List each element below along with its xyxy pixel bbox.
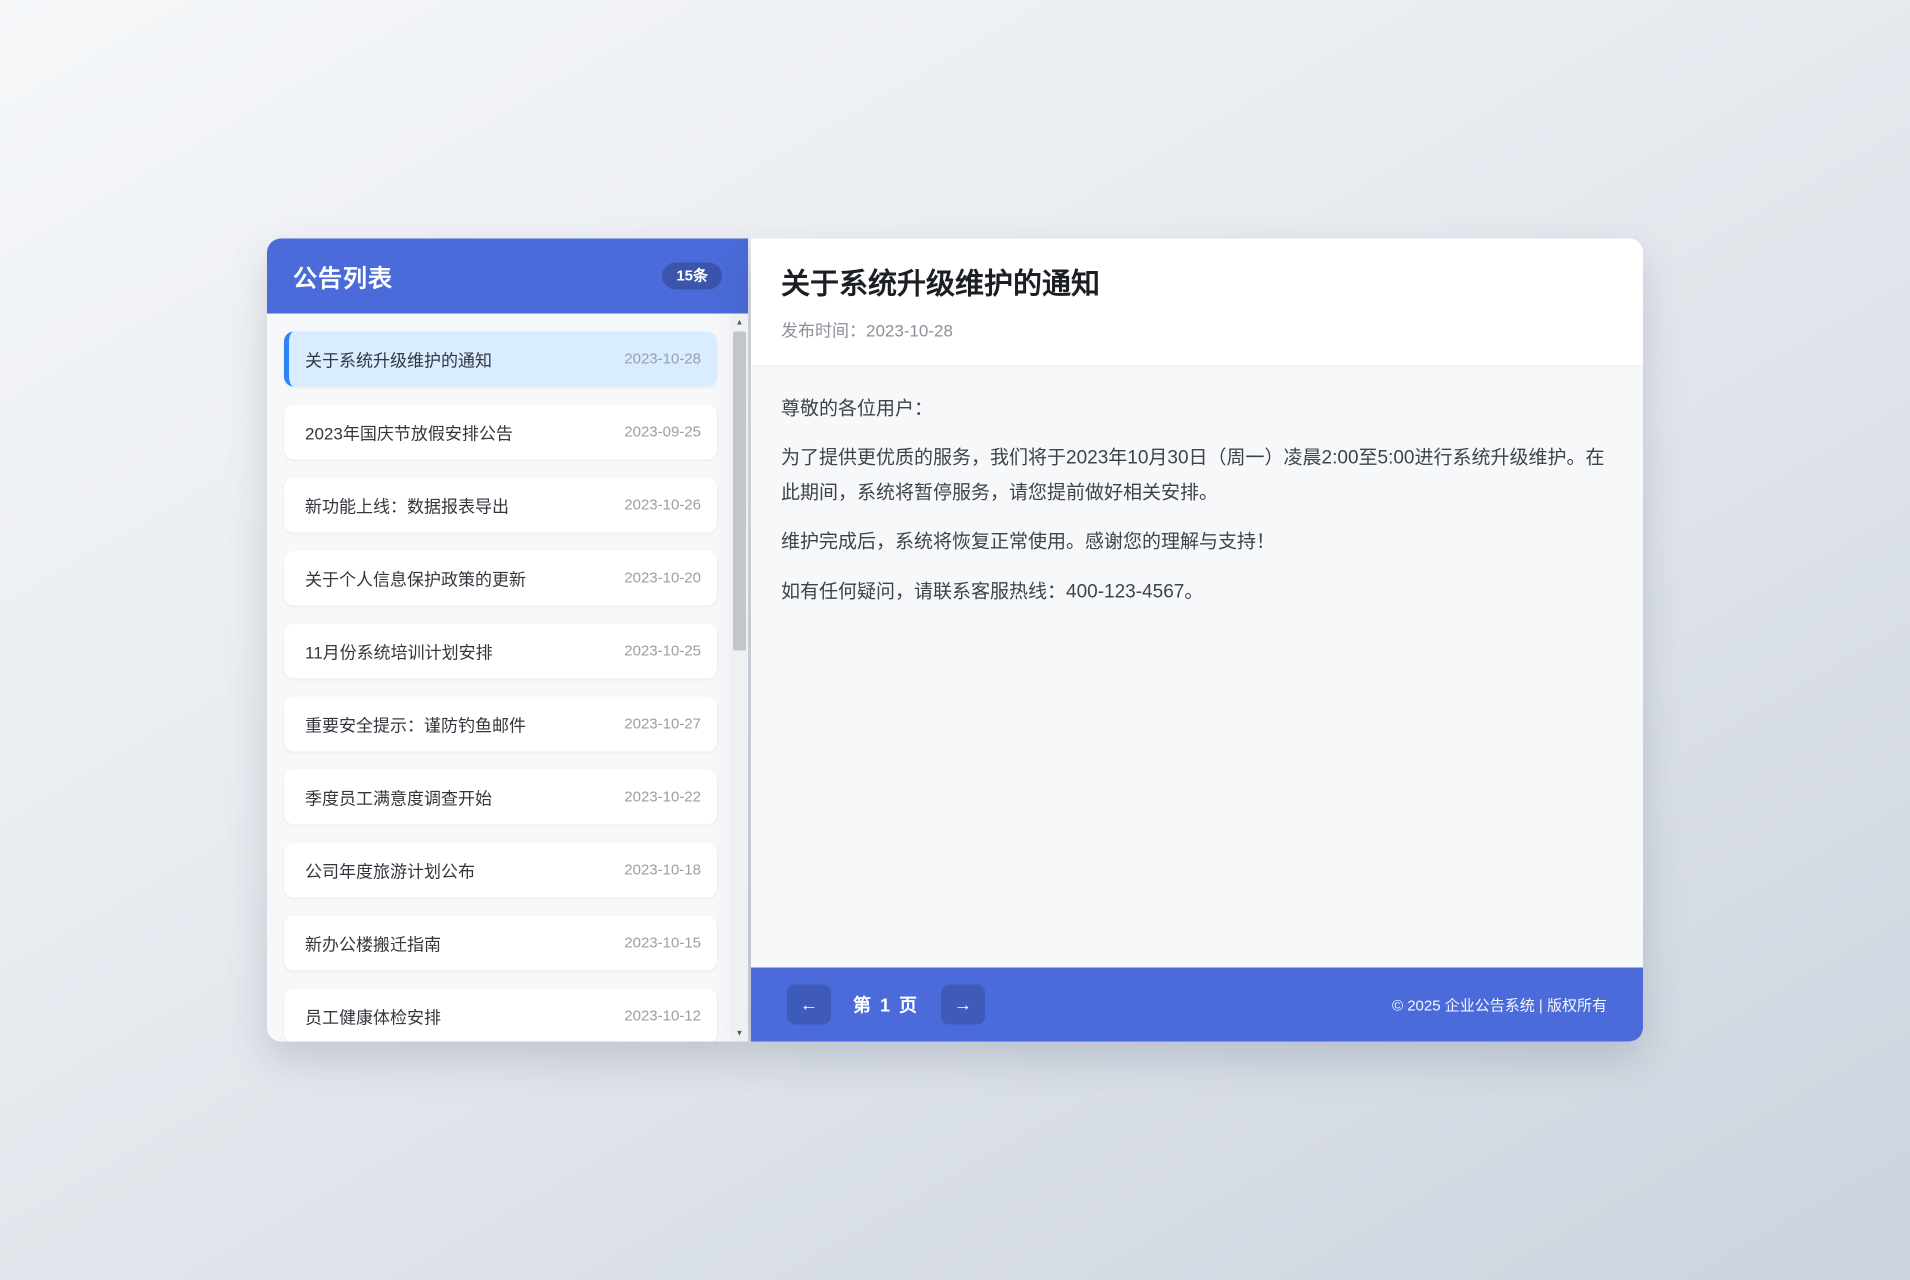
announcement-item-title: 员工健康体检安排 — [305, 1004, 441, 1029]
announcement-item-date: 2023-10-12 — [624, 1008, 701, 1025]
announcement-list-item[interactable]: 公司年度旅游计划公布 2023-10-18 — [284, 843, 717, 898]
announcement-list: 关于系统升级维护的通知 2023-10-28 2023年国庆节放假安排公告 20… — [267, 314, 731, 1042]
list-scrollbar[interactable]: ▲ ▼ — [731, 314, 748, 1042]
announcement-item-title: 2023年国庆节放假安排公告 — [305, 420, 513, 445]
detail-header: 关于系统升级维护的通知 发布时间：2023-10-28 — [751, 239, 1643, 367]
announcement-list-item[interactable]: 新办公楼搬迁指南 2023-10-15 — [284, 916, 717, 971]
announcement-item-title: 重要安全提示：谨防钓鱼邮件 — [305, 712, 526, 737]
announcement-list-item[interactable]: 员工健康体检安排 2023-10-12 — [284, 989, 717, 1042]
detail-body: 尊敬的各位用户： 为了提供更优质的服务，我们将于2023年10月30日（周一）凌… — [751, 366, 1643, 967]
detail-paragraph: 维护完成后，系统将恢复正常使用。感谢您的理解与支持！ — [781, 526, 1613, 561]
detail-paragraph: 尊敬的各位用户： — [781, 392, 1613, 427]
announcement-detail-panel: 关于系统升级维护的通知 发布时间：2023-10-28 尊敬的各位用户： 为了提… — [751, 239, 1643, 1042]
announcement-item-date: 2023-09-25 — [624, 424, 701, 441]
announcement-item-date: 2023-10-28 — [624, 351, 701, 368]
detail-paragraph: 如有任何疑问，请联系客服热线：400-123-4567。 — [781, 576, 1613, 611]
announcement-item-title: 季度员工满意度调查开始 — [305, 785, 492, 810]
sidebar-title: 公告列表 — [293, 259, 393, 294]
announcement-item-date: 2023-10-27 — [624, 716, 701, 733]
scrollbar-track[interactable] — [731, 331, 748, 1025]
pagination: ← 第 1 页 → — [787, 985, 985, 1025]
announcement-list-item[interactable]: 重要安全提示：谨防钓鱼邮件 2023-10-27 — [284, 697, 717, 752]
announcement-list-item[interactable]: 新功能上线：数据报表导出 2023-10-26 — [284, 478, 717, 533]
announcement-list-item[interactable]: 季度员工满意度调查开始 2023-10-22 — [284, 770, 717, 825]
announcement-item-title: 11月份系统培训计划安排 — [305, 639, 493, 664]
scrollbar-thumb[interactable] — [733, 332, 746, 651]
announcement-app: 公告列表 15条 关于系统升级维护的通知 2023-10-28 2023年国庆节… — [267, 239, 1643, 1042]
scroll-up-icon[interactable]: ▲ — [731, 314, 748, 331]
announcement-count-badge: 15条 — [662, 263, 722, 290]
announcement-item-date: 2023-10-18 — [624, 862, 701, 879]
next-page-button[interactable]: → — [941, 985, 985, 1025]
announcement-item-date: 2023-10-15 — [624, 935, 701, 952]
announcement-list-item[interactable]: 2023年国庆节放假安排公告 2023-09-25 — [284, 405, 717, 460]
detail-paragraph: 为了提供更优质的服务，我们将于2023年10月30日（周一）凌晨2:00至5:0… — [781, 442, 1613, 511]
detail-title: 关于系统升级维护的通知 — [781, 267, 1613, 305]
announcement-item-title: 关于个人信息保护政策的更新 — [305, 566, 526, 591]
scroll-down-icon[interactable]: ▼ — [731, 1025, 748, 1042]
current-page-label: 第 1 页 — [853, 992, 919, 1018]
detail-published-time: 发布时间：2023-10-28 — [781, 316, 1613, 341]
detail-footer: ← 第 1 页 → © 2025 企业公告系统 | 版权所有 — [751, 968, 1643, 1042]
sidebar-header: 公告列表 15条 — [267, 239, 748, 314]
announcement-list-item[interactable]: 关于系统升级维护的通知 2023-10-28 — [284, 332, 717, 387]
announcement-list-item[interactable]: 关于个人信息保护政策的更新 2023-10-20 — [284, 551, 717, 606]
announcement-item-date: 2023-10-22 — [624, 789, 701, 806]
announcement-list-item[interactable]: 11月份系统培训计划安排 2023-10-25 — [284, 624, 717, 679]
announcement-item-date: 2023-10-25 — [624, 643, 701, 660]
sidebar: 公告列表 15条 关于系统升级维护的通知 2023-10-28 2023年国庆节… — [267, 239, 748, 1042]
announcement-list-wrap: 关于系统升级维护的通知 2023-10-28 2023年国庆节放假安排公告 20… — [267, 314, 748, 1042]
announcement-item-title: 公司年度旅游计划公布 — [305, 858, 475, 883]
announcement-item-title: 新办公楼搬迁指南 — [305, 931, 441, 956]
copyright-text: © 2025 企业公告系统 | 版权所有 — [1392, 994, 1607, 1015]
announcement-item-date: 2023-10-26 — [624, 497, 701, 514]
announcement-item-title: 关于系统升级维护的通知 — [305, 347, 492, 372]
announcement-item-date: 2023-10-20 — [624, 570, 701, 587]
prev-page-button[interactable]: ← — [787, 985, 831, 1025]
announcement-item-title: 新功能上线：数据报表导出 — [305, 493, 509, 518]
